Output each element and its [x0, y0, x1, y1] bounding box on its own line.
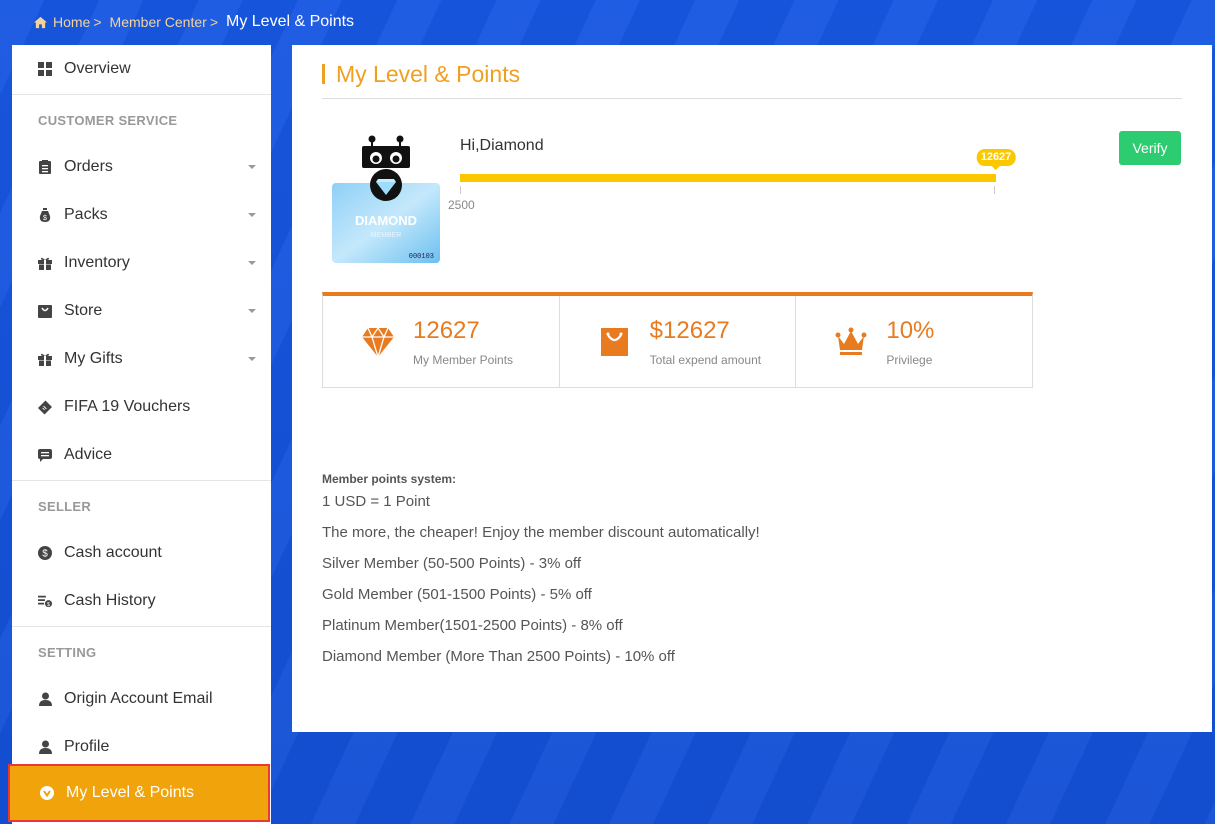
sidebar-item-inventory[interactable]: Inventory	[12, 239, 271, 287]
title-accent-bar	[322, 64, 325, 84]
rule-line: Platinum Member(1501-2500 Points) - 8% o…	[322, 617, 623, 634]
level-progress-fill	[460, 174, 996, 182]
breadcrumb-separator: >	[93, 14, 102, 30]
stat-total-expend: $12627 Total expend amount	[560, 296, 797, 387]
sidebar-item-label: FIFA 19 Vouchers	[64, 398, 191, 415]
user-icon	[38, 692, 52, 706]
main-panel: My Level & Points DIAMOND MEMBER 000103 …	[292, 45, 1212, 732]
card-number: 000103	[409, 253, 434, 261]
money-bag-icon: $	[38, 208, 52, 222]
sidebar-item-cash-history[interactable]: $ Cash History	[12, 577, 271, 625]
rule-line: 1 USD = 1 Point	[322, 493, 430, 510]
sidebar-item-label: Profile	[64, 738, 110, 755]
crown-icon	[835, 327, 867, 355]
sidebar-item-cash-account[interactable]: $ Cash account	[12, 529, 271, 577]
rule-line: Diamond Member (More Than 2500 Points) -…	[322, 648, 675, 665]
gift-icon	[38, 256, 52, 270]
v-badge-icon	[40, 786, 54, 800]
grid-icon	[38, 62, 52, 76]
dollar-circle-icon: $	[38, 546, 52, 560]
sidebar-item-overview[interactable]: Overview	[12, 45, 271, 93]
coin-stack-icon: $	[38, 594, 52, 608]
rule-line: Silver Member (50-500 Points) - 3% off	[322, 555, 581, 572]
sidebar-item-my-gifts[interactable]: My Gifts	[12, 335, 271, 383]
rule-line: The more, the cheaper! Enjoy the member …	[322, 524, 760, 541]
progress-tick-start	[460, 186, 461, 194]
breadcrumb-home[interactable]: Home	[53, 14, 90, 30]
svg-text:$: $	[42, 549, 48, 560]
stat-value: 12627	[413, 317, 480, 344]
chevron-down-icon	[248, 261, 256, 265]
stat-label: My Member Points	[413, 353, 514, 367]
diamond-icon	[362, 326, 394, 358]
stat-value: 10%	[886, 317, 935, 344]
ticket-icon	[38, 400, 52, 414]
stats-panel: 12627 My Member Points $12627 Total expe…	[322, 292, 1033, 388]
sidebar-item-label: Packs	[64, 206, 108, 223]
stat-member-points: 12627 My Member Points	[323, 296, 560, 387]
progress-tick-current	[994, 186, 995, 194]
page-title: My Level & Points	[322, 60, 521, 87]
greeting: Hi,Diamond	[460, 137, 544, 154]
sidebar-item-orders[interactable]: Orders	[12, 143, 271, 191]
sidebar: Overview CUSTOMER SERVICE Orders $ Packs…	[8, 45, 271, 824]
divider	[12, 626, 271, 627]
chevron-down-icon	[248, 357, 256, 361]
sidebar-item-label: My Gifts	[64, 350, 123, 367]
chevron-down-icon	[248, 165, 256, 169]
verify-button[interactable]: Verify	[1119, 131, 1181, 165]
section-label-seller: SELLER	[38, 499, 92, 514]
stat-label: Total expend amount	[649, 353, 762, 367]
progress-start-label: 2500	[448, 198, 475, 212]
sidebar-item-label: Origin Account Email	[64, 690, 213, 707]
sidebar-item-store[interactable]: Store	[12, 287, 271, 335]
divider	[322, 98, 1182, 99]
breadcrumb-current: My Level & Points	[226, 13, 355, 30]
breadcrumb-member-center[interactable]: Member Center	[110, 14, 207, 30]
progress-value-bubble: 12627	[976, 149, 1016, 170]
card-tier: DIAMOND	[355, 213, 417, 228]
sidebar-item-label: My Level & Points	[66, 784, 195, 801]
user-icon	[38, 740, 52, 754]
gift-icon	[38, 352, 52, 366]
sidebar-item-label: Overview	[64, 60, 131, 77]
sidebar-item-packs[interactable]: $ Packs	[12, 191, 271, 239]
diamond-member-card-icon: DIAMOND MEMBER 000103	[332, 135, 440, 263]
home-icon	[34, 16, 47, 28]
sidebar-item-fifa-19-vouchers[interactable]: FIFA 19 Vouchers	[12, 383, 271, 431]
card-sub: MEMBER	[371, 232, 402, 239]
stat-value: $12627	[649, 317, 730, 344]
rules-heading: Member points system:	[322, 472, 457, 486]
shopping-bag-icon	[38, 304, 52, 318]
sidebar-item-label: Store	[64, 302, 103, 319]
clipboard-icon	[38, 160, 52, 174]
sidebar-item-advice[interactable]: Advice	[12, 431, 271, 479]
sidebar-item-label: Cash History	[64, 592, 156, 609]
sidebar-item-label: Cash account	[64, 544, 162, 561]
divider	[12, 94, 271, 95]
stat-label: Privilege	[886, 353, 933, 367]
section-label-setting: SETTING	[38, 645, 97, 660]
sidebar-item-origin-account-email[interactable]: Origin Account Email	[12, 675, 271, 723]
stat-privilege: 10% Privilege	[796, 296, 1032, 387]
sidebar-item-label: Inventory	[64, 254, 130, 271]
rule-line: Gold Member (501-1500 Points) - 5% off	[322, 586, 592, 603]
sidebar-item-my-level-points[interactable]: My Level & Points	[8, 764, 270, 822]
page-title-text: My Level & Points	[336, 60, 521, 87]
chevron-down-icon	[248, 213, 256, 217]
breadcrumb-separator: >	[209, 14, 218, 30]
svg-text:$: $	[43, 215, 47, 222]
sidebar-item-label: Advice	[64, 446, 113, 463]
comment-icon	[38, 448, 52, 462]
svg-text:$: $	[47, 602, 50, 608]
shopping-bag-icon	[600, 328, 628, 356]
chevron-down-icon	[248, 309, 256, 313]
section-label-customer-service: CUSTOMER SERVICE	[38, 113, 178, 128]
divider	[12, 480, 271, 481]
level-progress-bar	[460, 174, 996, 182]
sidebar-item-label: Orders	[64, 158, 113, 175]
member-points-rules: Member points system: 1 USD = 1 Point Th…	[322, 472, 760, 679]
breadcrumb: Home > Member Center > My Level & Points	[33, 11, 354, 33]
